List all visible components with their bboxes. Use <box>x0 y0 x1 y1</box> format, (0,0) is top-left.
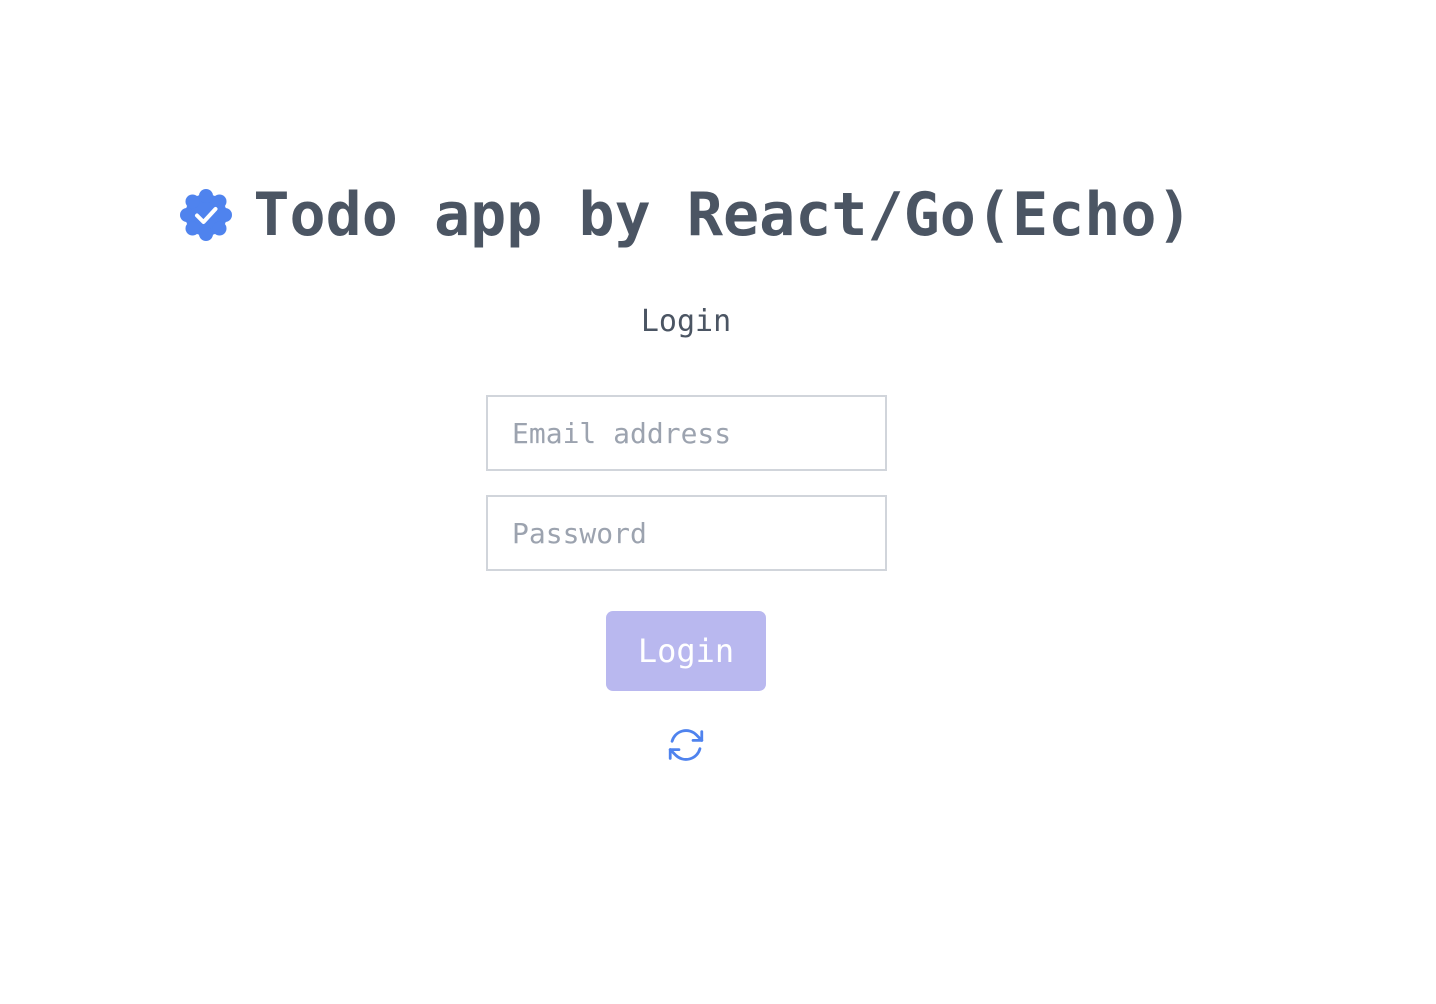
password-field[interactable] <box>486 495 887 571</box>
login-button[interactable]: Login <box>606 611 766 691</box>
page-title: Todo app by React/Go(Echo) <box>253 180 1193 250</box>
switch-mode-toggle[interactable] <box>665 726 707 768</box>
login-heading: Login <box>640 304 732 339</box>
email-field[interactable] <box>486 395 887 471</box>
arrow-path-icon <box>665 724 707 770</box>
app-header: Todo app by React/Go(Echo) <box>0 184 1372 246</box>
badge-check-icon <box>179 188 233 242</box>
